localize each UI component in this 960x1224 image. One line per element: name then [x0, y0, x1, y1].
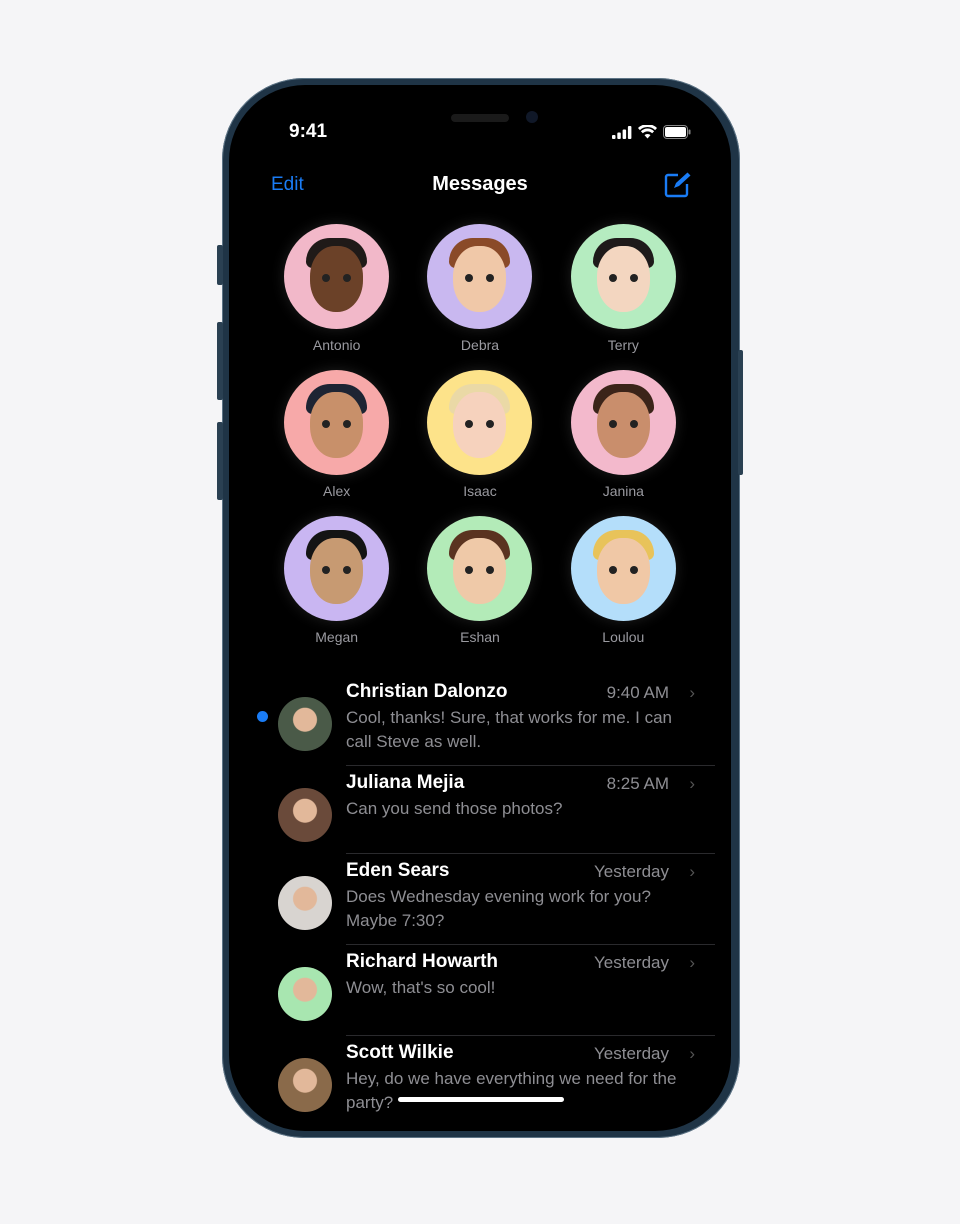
conversation-row[interactable]: Juliana Mejia 8:25 AM › Can you send tho…: [229, 766, 731, 854]
pinned-contact[interactable]: Isaac: [408, 370, 551, 499]
pinned-contact-name: Loulou: [602, 629, 645, 645]
conversation-row[interactable]: Scott Wilkie Yesterday › Hey, do we have…: [229, 1036, 731, 1127]
avatar-eye: [629, 566, 638, 574]
message-time: Yesterday: [594, 862, 669, 881]
memoji-avatar: [570, 224, 676, 329]
status-time: 9:41: [289, 121, 328, 142]
chevron-right-icon: ›: [689, 683, 695, 702]
message-time: Yesterday: [594, 1044, 669, 1063]
message-time: 9:40 AM: [606, 683, 669, 702]
battery-icon: [663, 125, 691, 139]
pinned-contact[interactable]: Megan: [265, 516, 408, 645]
avatar-face: [453, 246, 507, 312]
pinned-conversations: Antonio Debra Terry Alex Isaac Janina Me…: [265, 224, 695, 645]
pinned-contact-name: Alex: [323, 483, 351, 499]
volume-up-button: [217, 322, 223, 400]
conversation-row[interactable]: Eden Sears Yesterday › Does Wednesday ev…: [229, 854, 731, 945]
memoji-avatar: [427, 224, 533, 329]
speaker: [451, 114, 509, 122]
avatar-face: [453, 392, 507, 458]
avatar-face: [310, 538, 364, 604]
contact-name: Scott Wilkie: [346, 1042, 454, 1063]
message-preview: Wow, that's so cool!: [346, 978, 496, 997]
mute-switch: [217, 245, 223, 285]
avatar: [278, 1058, 332, 1112]
contact-name: Juliana Mejia: [346, 772, 465, 793]
message-preview: Does Wednesday evening work for you? May…: [346, 887, 651, 930]
conversation-row[interactable]: Christian Dalonzo 9:40 AM › Cool, thanks…: [229, 675, 731, 766]
memoji-avatar: [427, 516, 533, 621]
home-indicator[interactable]: [398, 1097, 564, 1102]
message-preview: Can you send those photos?: [346, 799, 563, 818]
cellular-signal-icon: [612, 125, 632, 139]
chevron-right-icon: ›: [689, 1044, 695, 1063]
status-icons: [612, 125, 691, 139]
pinned-contact-name: Isaac: [463, 483, 497, 499]
pinned-contact[interactable]: Alex: [265, 370, 408, 499]
avatar-face: [453, 538, 507, 604]
avatar: [278, 876, 332, 930]
avatar: [278, 967, 332, 1021]
pinned-contact-name: Janina: [602, 483, 644, 499]
pinned-contact-name: Megan: [315, 629, 359, 645]
compose-button[interactable]: [663, 171, 691, 204]
avatar-face: [310, 392, 364, 458]
unread-indicator: [257, 711, 268, 722]
contact-name: Christian Dalonzo: [346, 681, 508, 702]
message-preview: Hey, do we have everything we need for t…: [346, 1069, 677, 1112]
avatar: [278, 788, 332, 842]
side-button: [738, 350, 743, 475]
wifi-icon: [638, 125, 657, 139]
page-title: Messages: [432, 173, 528, 195]
memoji-avatar: [284, 370, 390, 475]
message-preview: Cool, thanks! Sure, that works for me. I…: [346, 708, 672, 751]
pinned-contact[interactable]: Eshan: [408, 516, 551, 645]
compose-icon: [664, 172, 691, 198]
avatar-face: [310, 246, 364, 312]
message-time: 8:25 AM: [606, 774, 669, 793]
pinned-contact-name: Eshan: [460, 629, 500, 645]
avatar-eye: [608, 566, 617, 574]
pinned-contact[interactable]: Antonio: [265, 224, 408, 353]
chevron-right-icon: ›: [689, 953, 695, 972]
avatar-face: [596, 538, 650, 604]
avatar-eye: [629, 420, 638, 428]
pinned-contact-name: Antonio: [312, 337, 361, 353]
memoji-avatar: [570, 370, 676, 475]
message-time: Yesterday: [594, 953, 669, 972]
chevron-right-icon: ›: [689, 862, 695, 881]
memoji-avatar: [427, 370, 533, 475]
memoji-avatar: [284, 224, 390, 329]
pinned-contact-name: Terry: [607, 337, 639, 353]
memoji-avatar: [570, 516, 676, 621]
avatar-eye: [629, 274, 638, 282]
front-camera: [526, 111, 538, 123]
avatar-face: [596, 392, 650, 458]
memoji-avatar: [284, 516, 390, 621]
pinned-contact[interactable]: Janina: [552, 370, 695, 499]
screen: 9:41 Edit Messages Antonio Debra Terry A…: [229, 85, 731, 1131]
contact-name: Richard Howarth: [346, 951, 499, 972]
pinned-contact-name: Debra: [460, 337, 500, 353]
pinned-contact[interactable]: Terry: [552, 224, 695, 353]
avatar-face: [596, 246, 650, 312]
avatar-eye: [608, 274, 617, 282]
pinned-contact[interactable]: Loulou: [552, 516, 695, 645]
avatar: [278, 697, 332, 751]
pinned-contact[interactable]: Debra: [408, 224, 551, 353]
chevron-right-icon: ›: [689, 774, 695, 793]
contact-name: Eden Sears: [346, 860, 450, 881]
conversation-row[interactable]: Richard Howarth Yesterday › Wow, that's …: [229, 945, 731, 1036]
conversation-list: Christian Dalonzo 9:40 AM › Cool, thanks…: [229, 675, 731, 1127]
avatar-eye: [608, 420, 617, 428]
volume-down-button: [217, 422, 223, 500]
